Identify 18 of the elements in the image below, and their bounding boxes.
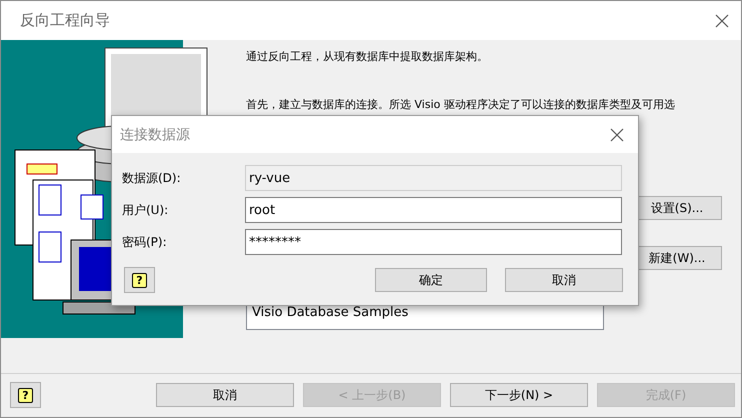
field-label: 用户(U): bbox=[122, 202, 170, 218]
close-icon[interactable] bbox=[715, 14, 729, 28]
wizard-button[interactable]: 取消 bbox=[156, 383, 294, 407]
field-label: 数据源(D): bbox=[122, 170, 182, 186]
dialog-title: 连接数据源 bbox=[120, 126, 190, 144]
wizard-button[interactable]: 取消 bbox=[505, 268, 623, 292]
input-field[interactable]: root bbox=[245, 197, 622, 223]
wizard-button[interactable]: 下一步(N) > bbox=[450, 383, 588, 407]
close-icon[interactable] bbox=[610, 128, 624, 142]
list-item[interactable]: Visio Database Samples bbox=[252, 305, 408, 320]
help-button[interactable]: ? bbox=[124, 267, 155, 293]
wizard-button[interactable]: 确定 bbox=[375, 268, 487, 292]
window-title: 反向工程向导 bbox=[20, 11, 110, 30]
input-field[interactable]: ******** bbox=[245, 229, 622, 255]
help-button[interactable]: ? bbox=[10, 382, 41, 408]
field-label: 密码(P): bbox=[122, 234, 168, 250]
intro-text: 首先，建立与数据库的连接。所选 Visio 驱动程序决定了可以连接的数据库类型及可用选 bbox=[246, 97, 676, 113]
intro-text: 通过反向工程，从现有数据库中提取数据库架构。 bbox=[246, 49, 489, 65]
